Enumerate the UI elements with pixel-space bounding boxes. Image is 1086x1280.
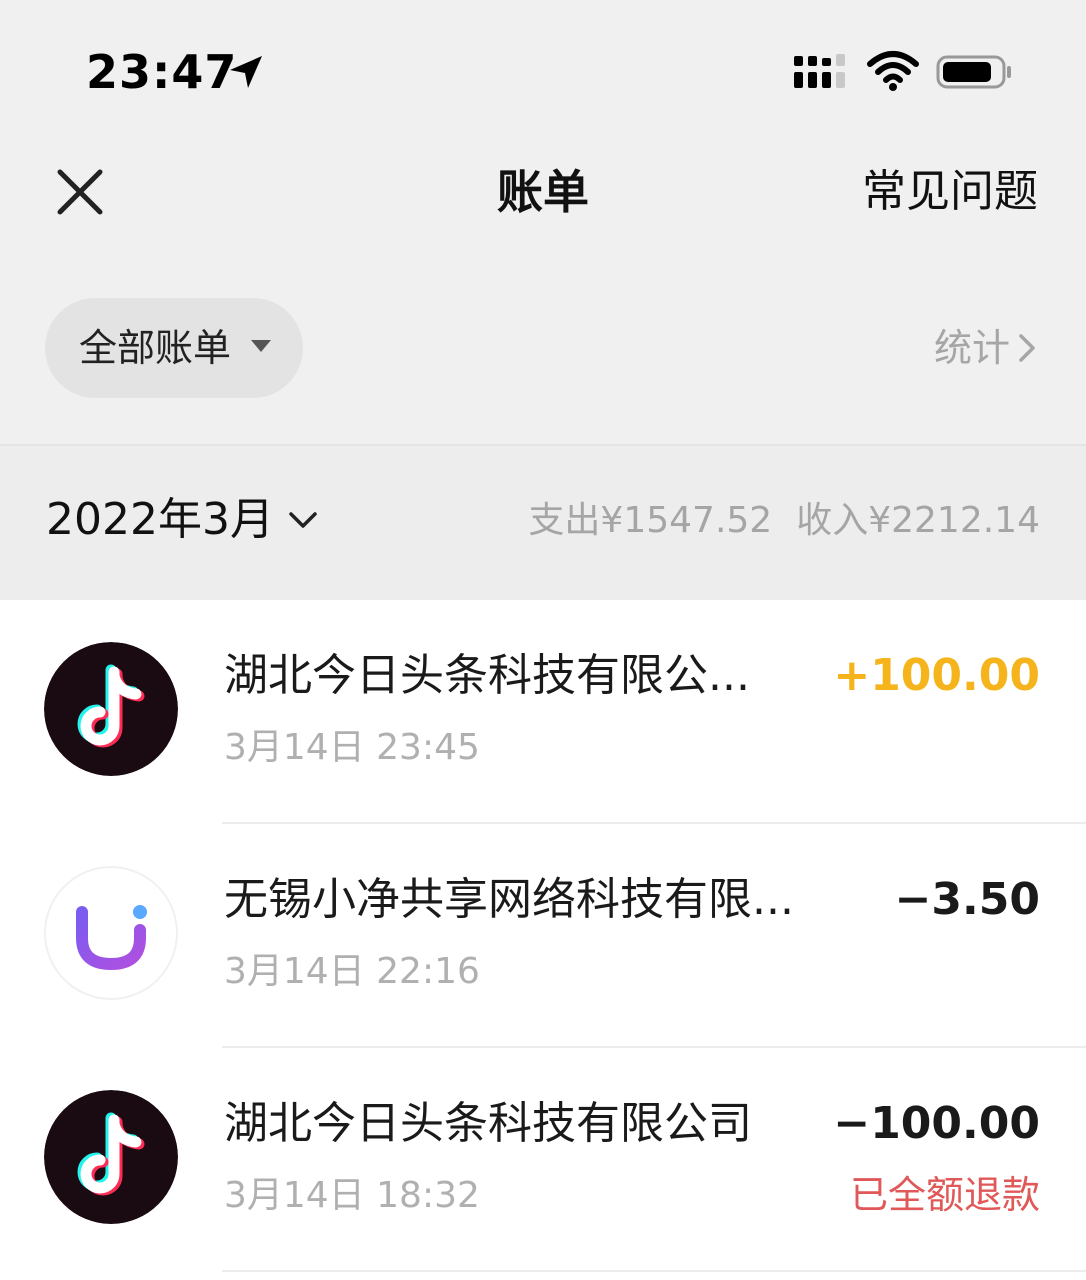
bill-item[interactable]: 无锡小净共享网络科技有限... 3月14日 22:16 −3.50	[0, 824, 1086, 1046]
status-time: 23:47	[86, 45, 238, 99]
month-label: 2022年3月	[46, 494, 274, 545]
expense-label: 支出	[528, 500, 601, 541]
bill-item[interactable]: 湖北今日头条科技有限公... 3月14日 23:45 +100.00	[0, 600, 1086, 822]
statistics-link[interactable]: 统计	[934, 320, 1038, 376]
bill-filter-dropdown[interactable]: 全部账单	[45, 298, 303, 398]
chevron-right-icon	[1019, 334, 1035, 362]
status-bar: 23:47	[0, 0, 1086, 140]
income-value: ¥2212.14	[868, 500, 1040, 541]
wifi-icon	[867, 51, 919, 91]
bill-item[interactable]: 湖北今日头条科技有限公司 3月14日 18:32 −100.00 已全额退款	[0, 1048, 1086, 1270]
chevron-down-icon	[289, 512, 317, 528]
month-selector[interactable]: 2022年3月	[46, 490, 318, 550]
header-area: 23:47 账单 常见问题 全部账单 统计	[0, 0, 1086, 444]
bill-merchant-name: 湖北今日头条科技有限公...	[224, 650, 750, 701]
month-summary-bar: 2022年3月 支出¥1547.52 收入¥2212.14	[0, 446, 1086, 600]
income-label: 收入	[796, 500, 869, 541]
u-logo-icon	[44, 866, 178, 1000]
tiktok-logo-icon	[44, 1090, 178, 1224]
bill-amount: −3.50	[894, 874, 1040, 925]
statistics-label: 统计	[933, 326, 1010, 370]
cellular-signal-icon	[794, 54, 845, 88]
bill-time: 3月14日 23:45	[224, 727, 480, 768]
income-total: 收入¥2212.14	[796, 496, 1040, 546]
month-totals: 支出¥1547.52 收入¥2212.14	[528, 496, 1040, 546]
expense-total: 支出¥1547.52	[528, 496, 772, 546]
bill-list: 湖北今日头条科技有限公... 3月14日 23:45 +100.00 无锡小净共…	[0, 600, 1086, 1280]
bill-amount: −100.00	[833, 1098, 1040, 1149]
bill-divider	[222, 1270, 1086, 1272]
bill-time: 3月14日 18:32	[224, 1175, 480, 1216]
bill-merchant-name: 无锡小净共享网络科技有限...	[224, 874, 794, 925]
expense-value: ¥1547.52	[600, 500, 773, 541]
bill-time: 3月14日 22:16	[224, 951, 480, 992]
faq-link[interactable]: 常见问题	[862, 160, 1038, 224]
location-arrow-icon	[230, 56, 262, 88]
bill-filter-label: 全部账单	[79, 326, 232, 370]
battery-icon	[936, 55, 1011, 89]
bill-merchant-name: 湖北今日头条科技有限公司	[224, 1098, 752, 1149]
tiktok-logo-icon	[44, 642, 178, 776]
refund-status: 已全额退款	[849, 1173, 1040, 1217]
caret-down-icon	[251, 340, 271, 352]
bill-amount: +100.00	[833, 650, 1040, 701]
